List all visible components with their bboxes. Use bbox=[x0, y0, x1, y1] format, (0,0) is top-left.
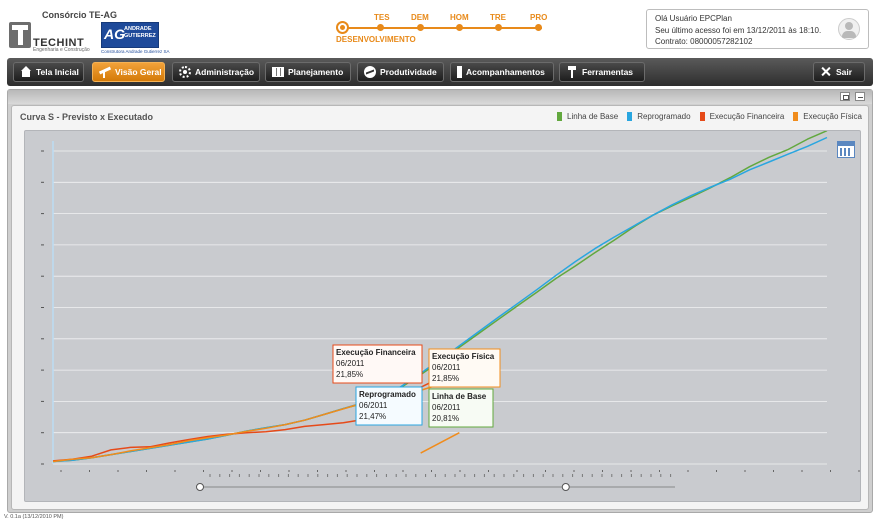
calendar-icon[interactable] bbox=[837, 141, 855, 158]
stepper-dot-pro[interactable] bbox=[535, 24, 542, 31]
legend-swatch bbox=[557, 112, 563, 121]
tooltip-series: Execução Física bbox=[432, 352, 495, 361]
tooltip-date: 06/2011 bbox=[432, 403, 461, 412]
productivity-icon bbox=[364, 66, 376, 78]
tooltip-series: Linha de Base bbox=[432, 392, 487, 401]
legend-item-reprogramado[interactable]: Reprogramado bbox=[627, 112, 691, 121]
exit-label: Sair bbox=[836, 67, 853, 77]
chart-plot-area: Execução Financeira 06/2011 21,85% Execução… bbox=[24, 130, 861, 502]
map-icon bbox=[272, 67, 284, 77]
tooltip-date: 06/2011 bbox=[336, 359, 365, 368]
panel-minimize-icon[interactable] bbox=[855, 92, 865, 101]
legend-item-execucao-financeira[interactable]: Execução Financeira bbox=[699, 112, 785, 121]
header: Consórcio TE-AG TECHINT Engenharia e Con… bbox=[0, 0, 880, 58]
version-label: V. 0.1a (13/12/2010 PM) bbox=[4, 514, 64, 520]
nav-home-button[interactable]: Tela Inicial bbox=[13, 62, 84, 82]
stepper-dot-hom[interactable] bbox=[456, 24, 463, 31]
stepper-label-dem[interactable]: DEM bbox=[411, 13, 429, 22]
tracking-icon bbox=[457, 66, 462, 78]
stepper-label-tes[interactable]: TES bbox=[374, 13, 390, 22]
main-navbar: Tela Inicial Visão Geral Administração P… bbox=[7, 58, 873, 86]
tooltip-series: Execução Financeira bbox=[336, 348, 416, 357]
user-contract: Contrato: 08000057282102 bbox=[655, 37, 753, 46]
andrade-gutierrez-logo: AG ANDRADE GUTIERREZ bbox=[101, 22, 159, 48]
tooltip-date: 06/2011 bbox=[432, 363, 461, 372]
user-avatar-icon[interactable] bbox=[838, 18, 860, 40]
range-slider-start-handle[interactable] bbox=[196, 483, 204, 491]
nav-admin-button[interactable]: Administração bbox=[172, 62, 260, 82]
ag-logo-subtext: Construtora Andrade Gutierrez SA bbox=[101, 49, 170, 54]
nav-productivity-button[interactable]: Produtividade bbox=[357, 62, 444, 82]
legend-swatch bbox=[627, 112, 633, 121]
legend-item-linha-de-base[interactable]: Linha de Base bbox=[557, 112, 618, 121]
stepper-dot-tre[interactable] bbox=[495, 24, 502, 31]
techint-logo-subtext: Engenharia e Construção bbox=[33, 47, 90, 53]
nav-productivity-label: Produtividade bbox=[380, 67, 437, 77]
nav-tools-label: Ferramentas bbox=[582, 67, 634, 77]
range-slider-end-handle[interactable] bbox=[561, 483, 570, 491]
stepper-current-label[interactable]: DESENVOLVIMENTO bbox=[336, 35, 416, 44]
stepper-current-dot[interactable] bbox=[336, 21, 349, 34]
tooltip-value: 21,85% bbox=[336, 370, 363, 379]
legend-label: Execução Física bbox=[803, 112, 862, 121]
tooltip-date: 06/2011 bbox=[359, 401, 388, 410]
chart-panel: Curva S - Previsto x Executado Linha de … bbox=[7, 89, 873, 513]
home-icon bbox=[20, 66, 32, 78]
series-segment bbox=[420, 432, 460, 454]
stepper-label-tre[interactable]: TRE bbox=[490, 13, 506, 22]
tooltip-value: 21,85% bbox=[432, 374, 459, 383]
stepper-track bbox=[342, 27, 542, 29]
nav-planning-label: Planejamento bbox=[288, 67, 344, 77]
nav-tools-button[interactable]: Ferramentas bbox=[559, 62, 645, 82]
stepper-dot-tes[interactable] bbox=[377, 24, 384, 31]
nav-tracking-label: Acompanhamentos bbox=[466, 67, 545, 77]
tooltip-series: Reprogramado bbox=[359, 390, 416, 399]
chart-legend: Linha de Base Reprogramado Execução Fina… bbox=[557, 112, 862, 121]
legend-label: Execução Financeira bbox=[709, 112, 785, 121]
chart-container: Curva S - Previsto x Executado Linha de … bbox=[11, 105, 869, 510]
company-name: Consórcio TE-AG bbox=[42, 10, 118, 20]
phase-stepper: DESENVOLVIMENTO TES DEM HOM TRE PRO bbox=[336, 10, 556, 50]
tooltip-value: 21,47% bbox=[359, 412, 386, 421]
nav-tracking-button[interactable]: Acompanhamentos bbox=[450, 62, 554, 82]
ag-logo-name: ANDRADE GUTIERREZ bbox=[124, 26, 156, 39]
tooltip-value: 20,81% bbox=[432, 414, 459, 423]
nav-overview-label: Visão Geral bbox=[115, 67, 162, 77]
user-greeting: Olá Usuário EPCPlan bbox=[655, 14, 732, 23]
nav-planning-button[interactable]: Planejamento bbox=[265, 62, 351, 82]
s-curve-chart[interactable]: Execução Financeira 06/2011 21,85% Execução… bbox=[25, 130, 862, 503]
ag-logo-mark: AG bbox=[104, 26, 125, 42]
legend-item-execucao-fisica[interactable]: Execução Física bbox=[793, 112, 862, 121]
user-info-box: Olá Usuário EPCPlan Seu último acesso fo… bbox=[646, 9, 869, 49]
legend-label: Linha de Base bbox=[567, 112, 619, 121]
panel-toolbar bbox=[8, 90, 872, 104]
close-icon bbox=[820, 66, 832, 78]
user-last-access: Seu último acesso foi em 13/12/2011 às 1… bbox=[655, 26, 822, 35]
stepper-label-pro[interactable]: PRO bbox=[530, 13, 547, 22]
nav-overview-button[interactable]: Visão Geral bbox=[92, 62, 165, 82]
gear-icon bbox=[179, 66, 191, 78]
legend-swatch bbox=[793, 112, 799, 121]
tools-icon bbox=[566, 66, 578, 78]
stepper-dot-dem[interactable] bbox=[417, 24, 424, 31]
panel-restore-icon[interactable] bbox=[840, 92, 850, 101]
techint-logo-icon bbox=[9, 22, 31, 48]
exit-button[interactable]: Sair bbox=[813, 62, 865, 82]
nav-admin-label: Administração bbox=[195, 67, 255, 77]
stepper-label-hom[interactable]: HOM bbox=[450, 13, 469, 22]
nav-home-label: Tela Inicial bbox=[36, 67, 79, 77]
legend-swatch bbox=[699, 112, 705, 121]
legend-label: Reprogramado bbox=[637, 112, 691, 121]
chart-title: Curva S - Previsto x Executado bbox=[20, 112, 154, 122]
telescope-icon bbox=[99, 66, 111, 78]
